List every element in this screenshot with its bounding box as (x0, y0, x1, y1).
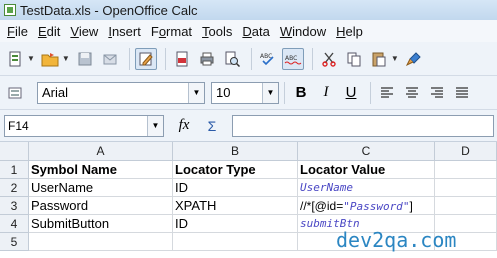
xpath-value: Password (349, 200, 403, 213)
menu-edit[interactable]: Edit (33, 24, 65, 39)
print-icon[interactable] (196, 48, 218, 70)
menu-format[interactable]: Format (146, 24, 197, 39)
font-name-value: Arial (42, 85, 69, 100)
new-dropdown-icon[interactable]: ▼ (27, 54, 35, 63)
toolbar-separator (128, 47, 130, 70)
menu-insert[interactable]: Insert (103, 24, 146, 39)
print-preview-icon[interactable] (221, 48, 243, 70)
row-header-1[interactable]: 1 (0, 161, 29, 179)
cell-b2[interactable]: ID (173, 179, 298, 197)
font-size-combo[interactable]: 10 ▼ (211, 81, 279, 104)
cell-a2[interactable]: UserName (29, 179, 173, 197)
menu-window[interactable]: Window (275, 24, 331, 39)
formatting-toolbar: Arial ▼ 10 ▼ B I U (0, 76, 497, 110)
row-header-5[interactable]: 5 (0, 233, 29, 251)
cell-a5[interactable] (29, 233, 173, 251)
column-header-d[interactable]: D (435, 142, 497, 161)
justify-icon[interactable] (451, 82, 473, 104)
cell-d1[interactable] (435, 161, 497, 179)
chevron-down-icon[interactable]: ▼ (262, 82, 278, 103)
menu-help[interactable]: Help (331, 24, 368, 39)
copy-icon[interactable] (343, 48, 365, 70)
select-all-corner[interactable] (0, 142, 29, 161)
column-header-a[interactable]: A (29, 142, 173, 161)
formula-bar: F14 ▼ fx Σ = (0, 110, 497, 142)
window-title: TestData.xls - OpenOffice Calc (20, 2, 198, 18)
format-paintbrush-icon[interactable] (403, 48, 425, 70)
toolbar-separator (164, 47, 166, 70)
menu-tools[interactable]: Tools (197, 24, 237, 39)
font-name-combo[interactable]: Arial ▼ (37, 81, 205, 104)
toolbar-separator (284, 81, 285, 104)
cell-b1[interactable]: Locator Type (173, 161, 298, 179)
chevron-down-icon[interactable]: ▼ (147, 115, 163, 136)
menu-bar: File Edit View Insert Format Tools Data … (0, 20, 497, 42)
cell-c2[interactable]: UserName (298, 179, 435, 197)
bold-button[interactable]: B (290, 82, 312, 104)
cell-a4[interactable]: SubmitButton (29, 215, 173, 233)
xpath-prefix: //*[@id= (300, 199, 344, 213)
italic-button[interactable]: I (315, 82, 337, 104)
cut-icon[interactable] (318, 48, 340, 70)
open-dropdown-icon[interactable]: ▼ (62, 54, 70, 63)
row-header-3[interactable]: 3 (0, 197, 29, 215)
save-icon[interactable] (74, 48, 96, 70)
spellcheck-icon[interactable]: ABC (257, 48, 279, 70)
standard-toolbar: ▼ ▼ ABC ABC ▼ (0, 42, 497, 76)
menu-view[interactable]: View (65, 24, 103, 39)
edit-file-icon[interactable] (134, 47, 157, 70)
name-box-value: F14 (8, 118, 29, 133)
font-size-value: 10 (216, 85, 231, 100)
export-pdf-icon[interactable] (171, 48, 193, 70)
formula-input[interactable] (232, 115, 494, 137)
align-right-icon[interactable] (426, 82, 448, 104)
align-left-icon[interactable] (376, 82, 398, 104)
cell-b5[interactable] (173, 233, 298, 251)
column-header-c[interactable]: C (298, 142, 435, 161)
menu-data[interactable]: Data (237, 24, 274, 39)
cell-d3[interactable] (435, 197, 497, 215)
styles-icon[interactable] (4, 82, 26, 104)
cell-a3[interactable]: Password (29, 197, 173, 215)
calc-app-icon (4, 4, 16, 16)
paste-icon[interactable] (368, 48, 390, 70)
paste-dropdown-icon[interactable]: ▼ (391, 54, 399, 63)
chevron-down-icon[interactable]: ▼ (188, 82, 204, 103)
cell-b3[interactable]: XPATH (173, 197, 298, 215)
row-header-4[interactable]: 4 (0, 215, 29, 233)
cell-c3[interactable]: //*[@id="Password"] (298, 197, 435, 215)
toolbar-separator (250, 47, 252, 70)
svg-text:ABC: ABC (285, 55, 297, 62)
column-header-b[interactable]: B (173, 142, 298, 161)
title-bar: TestData.xls - OpenOffice Calc (0, 0, 497, 20)
watermark: dev2qa.com (336, 228, 457, 252)
new-document-icon[interactable] (4, 48, 26, 70)
menu-file[interactable]: File (2, 24, 33, 39)
toolbar-separator (370, 81, 371, 104)
sum-button[interactable]: Σ (200, 118, 224, 134)
row-header-2[interactable]: 2 (0, 179, 29, 197)
open-folder-icon[interactable] (39, 48, 61, 70)
cell-a1[interactable]: Symbol Name (29, 161, 173, 179)
cell-b4[interactable]: ID (173, 215, 298, 233)
align-center-icon[interactable] (401, 82, 423, 104)
xpath-suffix: ] (409, 199, 413, 213)
cell-c1[interactable]: Locator Value (298, 161, 435, 179)
email-icon[interactable] (99, 48, 121, 70)
underline-button[interactable]: U (340, 82, 362, 104)
toolbar-separator (311, 47, 313, 70)
xpath-quote-open: " (343, 200, 350, 213)
autospellcheck-icon[interactable]: ABC (281, 47, 304, 70)
name-box[interactable]: F14 ▼ (4, 114, 164, 137)
cell-d2[interactable] (435, 179, 497, 197)
function-wizard-button[interactable]: fx (172, 117, 196, 134)
